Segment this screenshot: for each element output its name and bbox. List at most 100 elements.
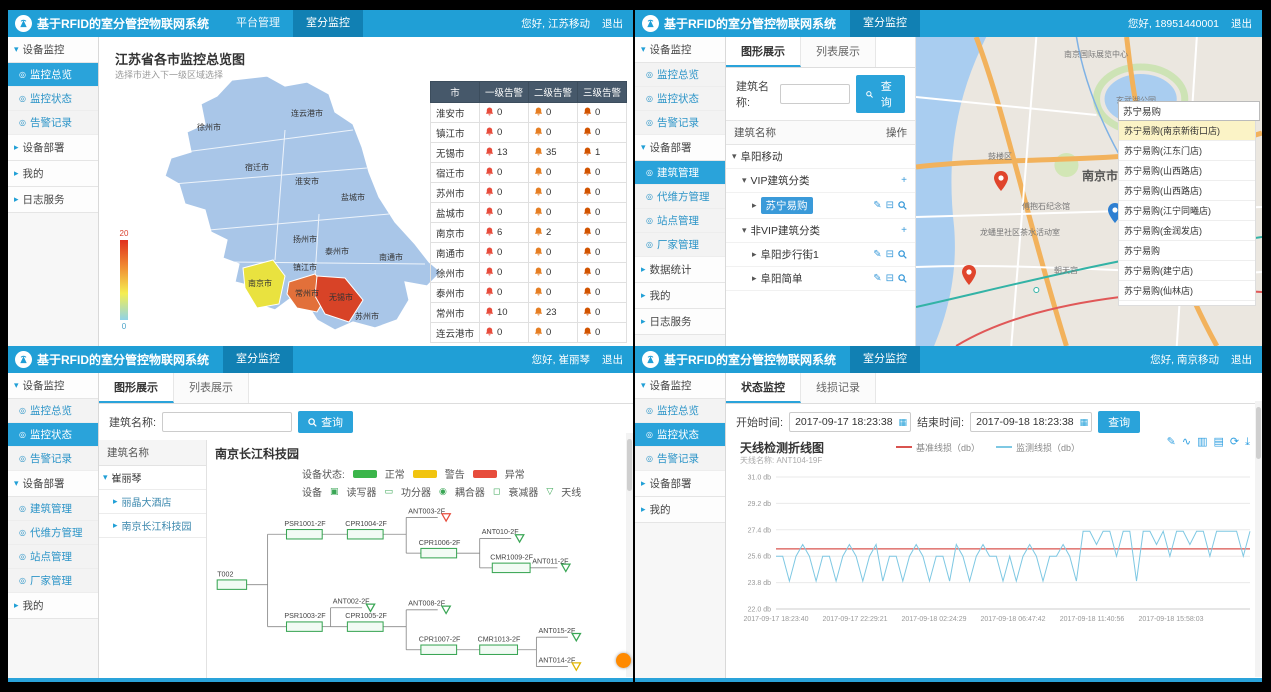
scrollbar-thumb[interactable] (1256, 407, 1261, 459)
table-row[interactable]: 南通市000 (430, 243, 626, 263)
tree-node-nonvip-category[interactable]: ▾ 非VIP建筑分类 + (726, 219, 915, 243)
query-button[interactable]: 查询 (1098, 411, 1140, 433)
map-city-label[interactable]: 连云港市 (291, 108, 323, 118)
floating-help-button[interactable] (616, 653, 631, 668)
table-row[interactable]: 常州市10230 (430, 303, 626, 323)
map-city-label[interactable]: 泰州市 (325, 246, 349, 256)
sidebar-item-vendor-mgmt[interactable]: ◎厂家管理 (8, 569, 98, 593)
calendar-icon[interactable]: ▦ (1080, 417, 1089, 428)
sidebar-item-vendor-mgmt[interactable]: ◎厂家管理 (635, 233, 725, 257)
tree-node-root[interactable]: ▾ 阜阳移动 (726, 145, 915, 169)
sidebar-item-monitor-status[interactable]: ◎监控状态 (635, 87, 725, 111)
sidebar-item-monitor-status[interactable]: ◎监控状态 (635, 423, 725, 447)
search-icon[interactable] (898, 250, 907, 259)
tab-status-monitor[interactable]: 状态监控 (726, 373, 801, 403)
delete-icon[interactable]: ⊟ (886, 201, 894, 211)
delete-icon[interactable]: ⊟ (886, 274, 894, 284)
tab-lineloss-records[interactable]: 线损记录 (801, 373, 876, 403)
toolbox-mark-icon[interactable]: ✎ (1167, 437, 1176, 448)
device-node[interactable] (421, 548, 457, 557)
table-row[interactable]: 镇江市000 (430, 123, 626, 143)
legend-baseline[interactable]: 基准线损（db） (896, 441, 980, 454)
sidebar-item-building-mgmt[interactable]: ◎建筑管理 (8, 497, 98, 521)
nav-platform-management[interactable]: 平台管理 (223, 10, 293, 37)
map-city-label[interactable]: 镇江市 (293, 262, 317, 272)
calendar-icon[interactable]: ▦ (899, 417, 908, 428)
sidebar-section-log-service[interactable]: ▸日志服务 (635, 309, 725, 335)
jiangsu-province-map[interactable]: 徐州市 连云港市 宿迁市 淮安市 盐城市 扬州市 泰州市 南通市 南京市 镇江市… (157, 71, 457, 343)
nav-indoor-monitor[interactable]: 室分监控 (850, 10, 920, 37)
tree-node-root[interactable]: ▾ 崔丽琴 (99, 466, 206, 490)
sidebar-section-device-monitor[interactable]: ▾设备监控 (8, 373, 98, 399)
table-row[interactable]: 南京市620 (430, 223, 626, 243)
toolbox-line-icon[interactable]: ∿ (1182, 437, 1191, 448)
building-name-input[interactable] (162, 412, 292, 432)
nav-indoor-monitor[interactable]: 室分监控 (223, 346, 293, 373)
logout-link[interactable]: 退出 (602, 16, 623, 31)
map-city-label[interactable]: 苏州市 (355, 311, 379, 321)
device-node[interactable] (421, 645, 457, 654)
sidebar-item-alarm-records[interactable]: ◎告警记录 (8, 447, 98, 471)
sidebar-section-mine[interactable]: ▸我的 (635, 283, 725, 309)
toolbox-restore-icon[interactable]: ⟳ (1230, 437, 1239, 448)
tree-node-vip-category[interactable]: ▾ VIP建筑分类 + (726, 169, 915, 193)
table-row[interactable]: 无锡市13351 (430, 143, 626, 163)
end-time-input[interactable] (970, 412, 1092, 432)
toolbox-bar-icon[interactable]: ▥ (1197, 437, 1207, 448)
table-row[interactable]: 盐城市000 (430, 203, 626, 223)
sidebar-section-mine[interactable]: ▸我的 (8, 593, 98, 619)
map-city-label[interactable]: 徐州市 (197, 122, 221, 132)
logout-link[interactable]: 退出 (1231, 352, 1252, 367)
sidebar-section-device-monitor[interactable]: ▾设备监控 (635, 373, 725, 399)
table-row[interactable]: 连云港市000 (430, 323, 626, 343)
device-node[interactable] (217, 580, 246, 589)
delete-icon[interactable]: ⊟ (886, 250, 894, 260)
search-result-item[interactable]: 苏宁易购(江宁同曦店) (1119, 201, 1255, 221)
add-icon[interactable]: + (901, 176, 907, 186)
device-node[interactable] (480, 645, 518, 654)
map-search-input[interactable] (1118, 101, 1260, 121)
search-result-item[interactable]: 苏宁易购(金润发店) (1119, 221, 1255, 241)
edit-icon[interactable]: ✎ (873, 250, 881, 260)
sidebar-item-alarm-records[interactable]: ◎告警记录 (635, 447, 725, 471)
tree-node-hotel[interactable]: ▸ 丽晶大酒店 (99, 490, 206, 514)
search-result-item[interactable]: 苏宁易购 (1119, 241, 1255, 261)
edit-icon[interactable]: ✎ (873, 201, 881, 211)
query-button[interactable]: 查询 (298, 411, 353, 433)
tree-node-fuyang-street[interactable]: ▸ 阜阳步行街1 ✎ ⊟ (726, 243, 915, 267)
sidebar-item-monitor-overview[interactable]: ◎监控总览 (635, 63, 725, 87)
tree-node-fuyang-simple[interactable]: ▸ 阜阳简单 ✎ ⊟ (726, 267, 915, 291)
tab-list-view[interactable]: 列表展示 (801, 37, 876, 67)
search-result-item[interactable]: 苏宁易购(山西路店) (1119, 161, 1255, 181)
sidebar-section-device-monitor[interactable]: ▾设备监控 (635, 37, 725, 63)
map-city-label[interactable]: 宿迁市 (245, 162, 269, 172)
map-pin-red[interactable] (962, 265, 976, 285)
logout-link[interactable]: 退出 (1231, 16, 1252, 31)
map-city-label[interactable]: 无锡市 (329, 292, 353, 302)
sidebar-section-log-service[interactable]: ▸日志服务 (8, 187, 98, 213)
query-button[interactable]: 查询 (856, 75, 905, 113)
sidebar-item-maintainer-mgmt[interactable]: ◎代维方管理 (8, 521, 98, 545)
start-time-input[interactable] (789, 412, 911, 432)
table-row[interactable]: 宿迁市000 (430, 163, 626, 183)
sidebar-section-mine[interactable]: ▸我的 (8, 161, 98, 187)
tab-graphic-view[interactable]: 图形展示 (726, 37, 801, 67)
map-pin-red[interactable] (994, 171, 1008, 191)
search-result-item[interactable]: 苏宁易购(建宁店) (1119, 261, 1255, 281)
sidebar-section-device-deploy[interactable]: ▸设备部署 (635, 471, 725, 497)
sidebar-item-maintainer-mgmt[interactable]: ◎代维方管理 (635, 185, 725, 209)
map-city-label[interactable]: 盐城市 (341, 192, 365, 202)
table-row[interactable]: 徐州市000 (430, 263, 626, 283)
tab-graphic-view[interactable]: 图形展示 (99, 373, 174, 403)
tree-node-suning[interactable]: ▸ 苏宁易购 ✎ ⊟ (726, 193, 915, 219)
device-node[interactable] (287, 622, 323, 631)
legend-monitor[interactable]: 监测线损（db） (996, 441, 1080, 454)
sidebar-section-device-monitor[interactable]: ▾设备监控 (8, 37, 98, 63)
sidebar-item-site-mgmt[interactable]: ◎站点管理 (8, 545, 98, 569)
map-city-label[interactable]: 南通市 (379, 252, 403, 262)
sidebar-item-monitor-status[interactable]: ◎监控状态 (8, 423, 98, 447)
search-result-item[interactable]: 苏宁易购(仙林店) (1119, 281, 1255, 301)
scrollbar-thumb[interactable] (627, 439, 632, 491)
tab-list-view[interactable]: 列表展示 (174, 373, 249, 403)
sidebar-item-building-mgmt[interactable]: ◎建筑管理 (635, 161, 725, 185)
